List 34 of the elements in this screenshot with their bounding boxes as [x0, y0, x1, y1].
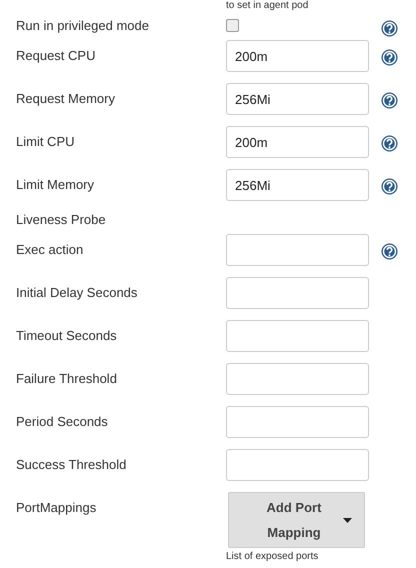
input-field[interactable]: 200m	[226, 126, 369, 158]
input-field[interactable]: 256Mi	[226, 169, 369, 201]
help-icon[interactable]	[381, 178, 398, 195]
section-label: Liveness Probe	[16, 212, 107, 228]
field-label: Failure Threshold	[16, 371, 118, 387]
field-label: Initial Delay Seconds	[16, 285, 138, 301]
help-icon[interactable]	[381, 20, 398, 37]
help-icon[interactable]	[381, 243, 398, 260]
input-field[interactable]	[226, 449, 369, 481]
field-label: Limit CPU	[16, 134, 76, 150]
help-text: to set in agent pod	[226, 0, 310, 12]
field-label: Success Threshold	[16, 457, 128, 473]
add-port-mapping-button[interactable]: Add Port Mapping	[228, 492, 365, 548]
help-icon[interactable]	[381, 92, 398, 109]
help-icon[interactable]	[381, 135, 398, 152]
field-label: Limit Memory	[16, 177, 96, 193]
field-label: Run in privileged mode	[16, 18, 150, 34]
input-field[interactable]: 200m	[226, 40, 369, 72]
checkbox[interactable]	[226, 19, 239, 32]
help-text: List of exposed ports	[226, 551, 318, 563]
field-label: Request Memory	[16, 91, 116, 107]
input-field[interactable]: 256Mi	[226, 83, 369, 115]
help-icon[interactable]	[381, 49, 398, 66]
input-field[interactable]	[226, 234, 369, 266]
input-field[interactable]	[226, 320, 369, 352]
input-field[interactable]	[226, 406, 369, 438]
field-label: PortMappings	[16, 500, 98, 516]
field-label: Request CPU	[16, 48, 96, 64]
caret-icon	[343, 518, 352, 522]
input-field[interactable]	[226, 277, 369, 309]
field-label: Exec action	[16, 242, 84, 258]
field-label: Timeout Seconds	[16, 328, 118, 344]
field-label: Period Seconds	[16, 414, 109, 430]
input-field[interactable]	[226, 363, 369, 395]
